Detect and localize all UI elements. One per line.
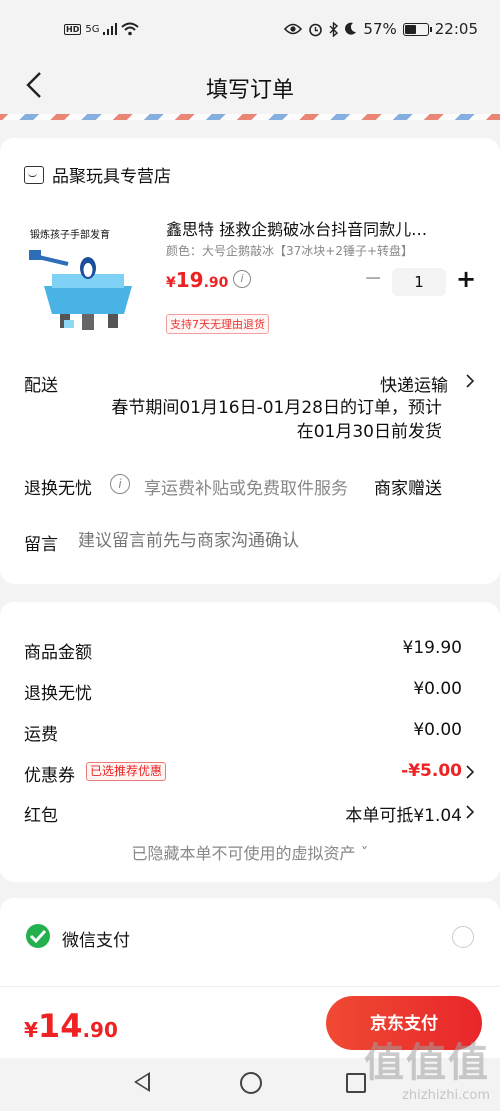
redpacket-value: 本单可抵¥1.04 [345,806,462,826]
alarm-icon [309,23,323,36]
coupon-value: -¥5.00 [401,761,462,781]
status-left: HD 5G [64,22,140,36]
total-price: ¥14.90 [24,1007,118,1045]
watermark: 值值值 zhizhizhi.com [364,1030,490,1103]
shipping-label: 配送 [24,376,58,396]
goods-amount-value: ¥19.90 [402,638,462,658]
returns-gift: 商家赠送 [374,479,442,499]
total-currency: ¥ [24,1018,38,1042]
returns-fee-value: ¥0.00 [413,679,462,699]
freight-row: 运费 ¥0.00 [24,720,462,745]
product-title[interactable]: 鑫思特 拯救企鹅破冰台抖音同款儿… [166,216,466,240]
message-input[interactable] [76,530,460,552]
network-type: 5G [85,23,100,35]
price-summary-card: 商品金额 ¥19.90 退换无忧 ¥0.00 运费 ¥0.00 优惠券 已选推荐… [0,602,500,882]
wifi-icon [121,22,140,36]
redpacket-label: 红包 [24,806,58,826]
watermark-url: zhizhizhi.com [402,1088,490,1103]
hd-indicator: HD [64,23,82,35]
redpacket-row[interactable]: 红包 本单可抵¥1.04 [24,801,462,826]
envelope-stripe [0,114,500,120]
eye-icon [284,23,303,35]
shipping-note: 春节期间01月16日-01月28日的订单，预计在01月30日前发货 [111,398,442,442]
price-integer: 19 [175,268,204,292]
system-home-icon[interactable] [240,1072,262,1094]
coupon-badge: 已选推荐优惠 [86,762,167,781]
return-policy-tag: 支持7天无理由退货 [166,314,269,334]
shop-name: 品聚玩具专营店 [52,167,171,187]
quantity-plus-button[interactable]: + [456,266,476,292]
goods-amount-label: 商品金额 [24,643,92,663]
store-icon [24,165,44,184]
product-spec[interactable]: 颜色：大号企鹅敲冰【37冰块+2锤子+转盘】 [166,242,466,259]
chevron-right-icon[interactable] [466,805,474,819]
returns-info-icon[interactable]: i [110,474,130,494]
returns-label: 退换无忧 [24,479,92,499]
freight-value: ¥0.00 [413,720,462,740]
wechat-pay-icon [26,924,50,948]
status-bar: HD 5G 57% 22:05 [0,0,500,62]
bluetooth-icon [329,21,339,37]
quantity-field[interactable]: 1 [392,268,446,296]
system-recent-icon[interactable] [346,1073,366,1093]
product-image[interactable]: 锻炼孩子手部发育 [24,216,152,340]
payment-method-card: 微信支付 [0,898,500,998]
total-decimal: .90 [82,1018,118,1042]
chevron-right-icon[interactable] [466,765,474,779]
page-title: 填写订单 [205,78,294,103]
status-right: 57% 22:05 [284,20,478,38]
nav-bar: 填写订单 [0,62,500,114]
total-integer: 14 [37,1007,83,1045]
price-decimal: .90 [203,275,229,291]
product-image-caption: 锻炼孩子手部发育 [30,228,110,241]
order-card: 品聚玩具专营店 锻炼孩子手部发育 鑫思特 拯救企鹅破冰台抖音同款儿… 颜色：大号… [0,138,500,584]
freight-label: 运费 [24,725,58,745]
system-back-icon[interactable] [134,1072,150,1092]
chevron-right-icon[interactable] [466,374,474,388]
battery-percent: 57% [363,20,397,38]
shop-header[interactable]: 品聚玩具专营店 [24,162,171,187]
payment-label[interactable]: 微信支付 [62,926,130,951]
price-info-icon[interactable]: i [233,270,251,288]
returns-fee-label: 退换无忧 [24,684,92,704]
returns-description: 享运费补贴或免费取件服务 [144,479,348,499]
price-currency: ¥ [166,275,176,291]
clock: 22:05 [434,20,478,38]
returns-fee-row: 退换无忧 ¥0.00 [24,679,462,704]
message-label: 留言 [24,535,58,555]
coupon-row[interactable]: 优惠券 已选推荐优惠 -¥5.00 [24,761,462,786]
product-price: ¥19.90 [166,268,228,292]
battery-fill [404,24,417,34]
battery-icon [402,22,432,36]
goods-amount-row: 商品金额 ¥19.90 [24,638,462,663]
quantity-minus-button[interactable]: − [364,268,382,290]
watermark-logo: 值值值 [364,1040,490,1086]
moon-icon [345,22,357,35]
payment-radio[interactable] [452,926,474,948]
coupon-label: 优惠券 [24,766,75,786]
signal-icon [103,23,118,35]
hidden-assets-toggle[interactable]: 已隐藏本单不可使用的虚拟资产 ˇ [0,840,500,864]
shipping-method[interactable]: 快递运输 [380,371,448,396]
